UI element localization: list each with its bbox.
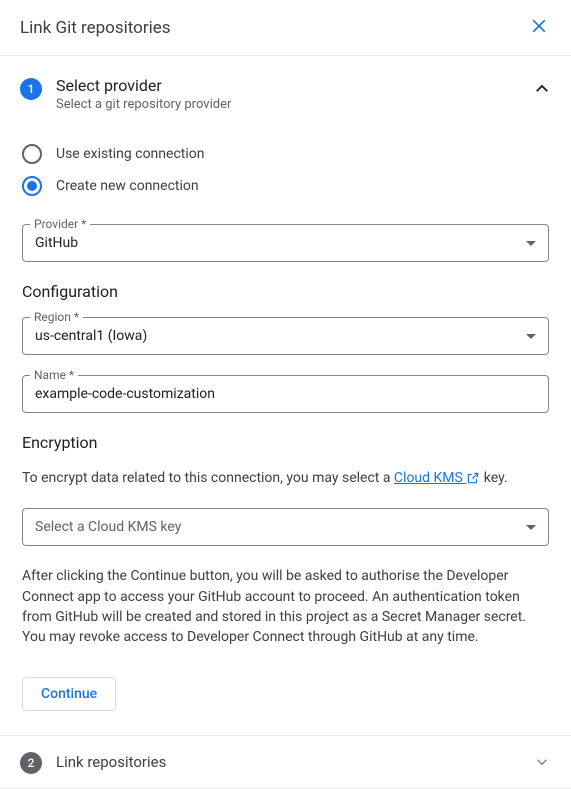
- step-1-body: Use existing connection Create new conne…: [20, 112, 551, 735]
- radio-label: Create new connection: [56, 178, 199, 194]
- region-field: Region * us-central1 (Iowa): [22, 317, 549, 355]
- name-label: Name *: [30, 368, 78, 382]
- provider-value: GitHub: [35, 235, 78, 251]
- authorization-disclaimer: After clicking the Continue button, you …: [22, 566, 549, 647]
- step-2-header[interactable]: 2 Link repositories: [0, 735, 571, 789]
- provider-label: Provider *: [30, 217, 90, 231]
- radio-label: Use existing connection: [56, 146, 204, 162]
- step-1-titles: Select provider Select a git repository …: [56, 76, 519, 112]
- kms-key-select[interactable]: Select a Cloud KMS key: [22, 508, 549, 546]
- external-link-icon: [466, 471, 480, 485]
- name-field: Name *: [22, 375, 549, 413]
- region-select[interactable]: us-central1 (Iowa): [22, 317, 549, 355]
- chevron-down-icon: [533, 753, 551, 771]
- radio-existing-connection[interactable]: Use existing connection: [22, 138, 549, 170]
- step-2-badge: 2: [20, 752, 42, 774]
- step-1-title: Select provider: [56, 76, 519, 95]
- close-icon: [529, 16, 549, 36]
- configuration-heading: Configuration: [22, 282, 549, 301]
- dialog-title: Link Git repositories: [20, 18, 171, 38]
- dropdown-arrow-icon: [526, 334, 536, 339]
- step-1-badge: 1: [20, 78, 42, 100]
- dialog-header: Link Git repositories: [0, 0, 571, 56]
- region-label: Region *: [30, 310, 83, 324]
- step-1-header[interactable]: 1 Select provider Select a git repositor…: [20, 76, 551, 112]
- dropdown-arrow-icon: [526, 525, 536, 530]
- chevron-up-icon: [533, 80, 551, 98]
- region-value: us-central1 (Iowa): [35, 328, 147, 344]
- radio-icon-selected: [22, 176, 42, 196]
- encryption-heading: Encryption: [22, 433, 549, 452]
- name-input[interactable]: [22, 375, 549, 413]
- provider-field: Provider * GitHub: [22, 224, 549, 262]
- cloud-kms-link[interactable]: Cloud KMS: [394, 470, 480, 486]
- encryption-info: To encrypt data related to this connecti…: [22, 468, 549, 488]
- connection-radio-group: Use existing connection Create new conne…: [22, 138, 549, 202]
- kms-placeholder: Select a Cloud KMS key: [35, 519, 181, 535]
- close-button[interactable]: [525, 12, 553, 43]
- step-1-subtitle: Select a git repository provider: [56, 97, 519, 112]
- kms-key-field: Select a Cloud KMS key: [22, 508, 549, 546]
- provider-select[interactable]: GitHub: [22, 224, 549, 262]
- encryption-info-suffix: key.: [480, 470, 507, 486]
- step-1-container: 1 Select provider Select a git repositor…: [0, 56, 571, 735]
- step-2-title: Link repositories: [56, 753, 519, 771]
- radio-new-connection[interactable]: Create new connection: [22, 170, 549, 202]
- continue-button[interactable]: Continue: [22, 677, 116, 711]
- encryption-info-prefix: To encrypt data related to this connecti…: [22, 470, 394, 486]
- dropdown-arrow-icon: [526, 241, 536, 246]
- radio-icon: [22, 144, 42, 164]
